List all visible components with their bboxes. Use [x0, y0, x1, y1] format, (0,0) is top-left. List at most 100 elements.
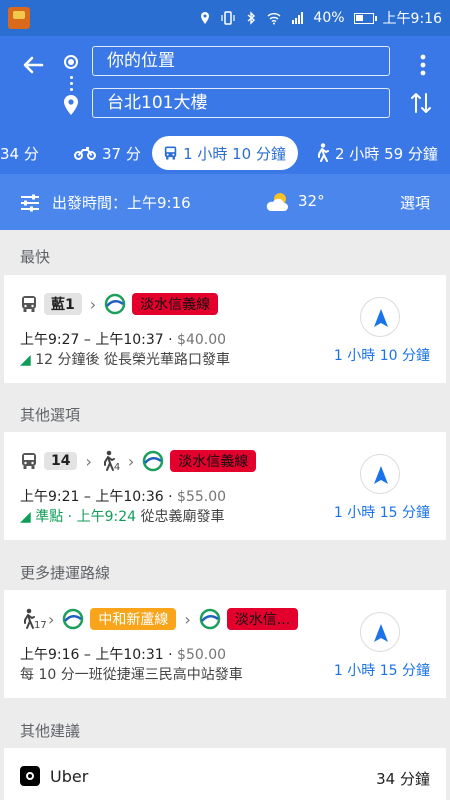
bluetooth-icon	[247, 11, 256, 25]
temperature: 32°	[298, 192, 325, 210]
section-other: 其他選項	[20, 406, 81, 424]
route-card[interactable]: 17 › 中和新蘆線 › 淡水信... 上午9:16 – 上午10:31 · $…	[4, 590, 446, 698]
realtime-icon: ◢	[20, 352, 31, 368]
partly-cloudy-icon	[266, 193, 288, 211]
uber-time: 34 分鐘	[376, 770, 430, 788]
route-dots-icon	[70, 76, 73, 92]
tab-drive[interactable]: 34 分	[0, 136, 39, 170]
bus-icon	[22, 453, 36, 469]
departure-note: 12 分鐘後 從長榮光華路口發車	[35, 352, 230, 368]
tab-walk-label: 2 小時 59 分鐘	[335, 144, 438, 163]
motorcycle-icon	[74, 147, 96, 160]
mrt-line-badge: 淡水信...	[226, 608, 299, 630]
bus-line-badge: 藍1	[44, 293, 82, 315]
mrt-line-badge: 中和新蘆線	[90, 608, 177, 630]
mrt-line-badge: 淡水信義線	[170, 450, 257, 472]
directions-header: 你的位置 台北101大樓 34 分 37 分 1 小時 10 分鐘 2 小時 5…	[0, 36, 450, 174]
route-duration: 1 小時 10 分鐘	[333, 348, 430, 364]
on-time-status: 準點 · 上午9:24	[35, 509, 137, 525]
navigation-arrow-icon	[374, 309, 388, 327]
tab-transit[interactable]: 1 小時 10 分鐘	[152, 136, 298, 170]
origin-input[interactable]: 你的位置	[92, 46, 390, 76]
uber-suggestion[interactable]: Uber 34 分鐘	[4, 748, 446, 800]
route-steps: 14 › 4 › 淡水信義線	[20, 450, 257, 473]
signal-icon	[292, 12, 304, 24]
back-arrow-icon[interactable]	[20, 52, 46, 78]
realtime-icon: ◢	[20, 509, 31, 525]
chevron-right-icon: ›	[89, 294, 97, 314]
route-steps: 17 › 中和新蘆線 › 淡水信...	[20, 608, 299, 631]
battery-percent: 40%	[313, 10, 345, 26]
travel-mode-tabs: 34 分 37 分 1 小時 10 分鐘 2 小時 59 分鐘	[0, 132, 450, 172]
swap-icon[interactable]	[410, 90, 432, 116]
bus-icon	[22, 296, 36, 312]
section-more-mrt: 更多捷運路線	[20, 564, 111, 582]
walking-icon: 17	[20, 608, 47, 631]
start-navigation-button[interactable]	[360, 612, 400, 652]
walking-icon	[318, 143, 329, 162]
departure-note: 從忠義廟發車	[140, 509, 225, 525]
route-note: 每 10 分一班從捷運三民高中站發車	[20, 664, 243, 684]
fare: $40.00	[177, 332, 227, 348]
destination-input[interactable]: 台北101大樓	[92, 88, 390, 118]
route-card[interactable]: 藍1 › 淡水信義線 上午9:27 – 上午10:37 · $40.00 ◢ 1…	[4, 275, 446, 383]
fare: $55.00	[177, 489, 227, 505]
section-fastest: 最快	[20, 248, 51, 266]
navigation-arrow-icon	[374, 624, 388, 642]
vibrate-icon	[221, 11, 236, 25]
mrt-line-badge: 淡水信義線	[132, 293, 219, 315]
tab-drive-label: 34 分	[0, 144, 39, 163]
chevron-right-icon: ›	[48, 609, 55, 629]
route-note: ◢ 準點 · 上午9:24 從忠義廟發車	[20, 506, 224, 526]
route-duration: 1 小時 15 分鐘	[333, 505, 430, 521]
uber-logo-icon	[20, 766, 40, 786]
tab-transit-label: 1 小時 10 分鐘	[183, 144, 286, 163]
uber-row: Uber	[20, 766, 88, 786]
start-navigation-button[interactable]	[360, 454, 400, 494]
walk-minutes: 17	[34, 620, 47, 631]
walk-minutes: 4	[113, 462, 121, 473]
time-range: 上午9:27 – 上午10:37	[20, 332, 164, 348]
walking-icon: 4	[100, 450, 121, 473]
transit-bus-icon	[164, 146, 177, 160]
chevron-right-icon: ›	[184, 609, 191, 629]
taipei-metro-icon	[63, 608, 84, 630]
location-icon	[201, 12, 210, 24]
app-notification-icon	[8, 7, 30, 29]
origin-dot-icon	[64, 55, 78, 69]
tune-icon[interactable]	[20, 194, 40, 212]
route-card[interactable]: 14 › 4 › 淡水信義線 上午9:21 – 上午10:36 · $55.00…	[4, 432, 446, 540]
taipei-metro-icon	[104, 293, 126, 315]
chevron-right-icon: ›	[85, 451, 92, 471]
wifi-icon	[267, 13, 281, 25]
taipei-metro-icon	[143, 450, 164, 472]
clock: 上午9:16	[382, 11, 442, 27]
chevron-right-icon: ›	[127, 451, 135, 471]
bus-line-badge: 14	[44, 452, 78, 470]
destination-pin-icon	[64, 95, 78, 115]
route-times: 上午9:21 – 上午10:36 · $55.00	[20, 489, 227, 505]
status-bar: 40% 上午9:16	[0, 0, 450, 36]
departure-time[interactable]: 出發時間：上午9:16	[52, 192, 191, 213]
time-range: 上午9:16 – 上午10:31	[20, 647, 164, 663]
tab-motorcycle[interactable]: 37 分	[74, 136, 141, 170]
tab-walk[interactable]: 2 小時 59 分鐘	[315, 136, 438, 170]
time-range: 上午9:21 – 上午10:36	[20, 489, 164, 505]
options-button[interactable]: 選項	[400, 192, 430, 213]
uber-label: Uber	[50, 766, 89, 786]
start-navigation-button[interactable]	[360, 297, 400, 337]
route-note: ◢ 12 分鐘後 從長榮光華路口發車	[20, 349, 230, 369]
route-times: 上午9:27 – 上午10:37 · $40.00	[20, 332, 227, 348]
route-times: 上午9:16 – 上午10:31 · $50.00	[20, 647, 227, 663]
departure-note: 每 10 分一班從捷運三民高中站發車	[20, 667, 243, 683]
navigation-arrow-icon	[374, 466, 388, 484]
section-suggestions: 其他建議	[20, 722, 81, 740]
route-steps: 藍1 › 淡水信義線	[20, 293, 219, 315]
tab-motorcycle-label: 37 分	[102, 144, 141, 163]
more-vert-icon[interactable]	[418, 52, 428, 78]
fare: $50.00	[177, 647, 227, 663]
battery-icon	[353, 12, 377, 24]
taipei-metro-icon	[199, 608, 221, 630]
departure-bar: 出發時間：上午9:16 32° 選項	[0, 174, 450, 230]
route-duration: 1 小時 15 分鐘	[333, 663, 430, 679]
